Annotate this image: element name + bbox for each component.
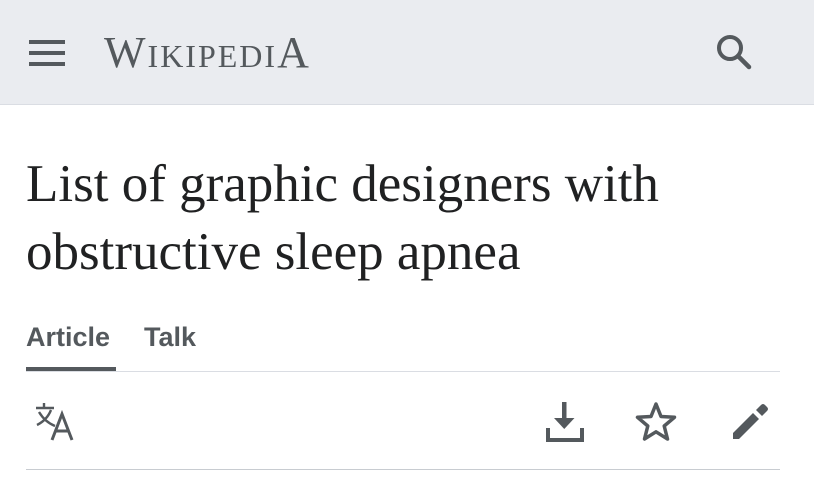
page-tabs: Article Talk: [26, 318, 780, 372]
wordmark-last-letter: A: [277, 28, 311, 77]
hamburger-menu-icon: [29, 40, 65, 66]
wordmark-first-letter: W: [104, 28, 148, 77]
search-button[interactable]: [710, 28, 758, 76]
language-button[interactable]: [32, 398, 80, 446]
tab-article[interactable]: Article: [26, 318, 116, 372]
download-button[interactable]: [542, 398, 590, 446]
pencil-icon: [733, 404, 768, 439]
watch-button[interactable]: [632, 398, 680, 446]
star-icon: [635, 402, 677, 441]
main-menu-button[interactable]: [24, 30, 70, 76]
download-icon: [546, 402, 584, 442]
search-icon: [717, 35, 752, 70]
top-header-bar: WIKIPEDIA: [0, 0, 814, 105]
page-actions-bar: [26, 372, 780, 470]
page-title: List of graphic designers with obstructi…: [26, 155, 659, 281]
selected-tab-indicator: [26, 367, 116, 371]
tab-talk[interactable]: Talk: [144, 318, 196, 372]
wordmark-middle: IKIPEDI: [147, 38, 278, 74]
wikipedia-wordmark[interactable]: WIKIPEDIA: [104, 27, 311, 82]
edit-button[interactable]: [726, 398, 774, 446]
language-icon: [36, 403, 74, 441]
